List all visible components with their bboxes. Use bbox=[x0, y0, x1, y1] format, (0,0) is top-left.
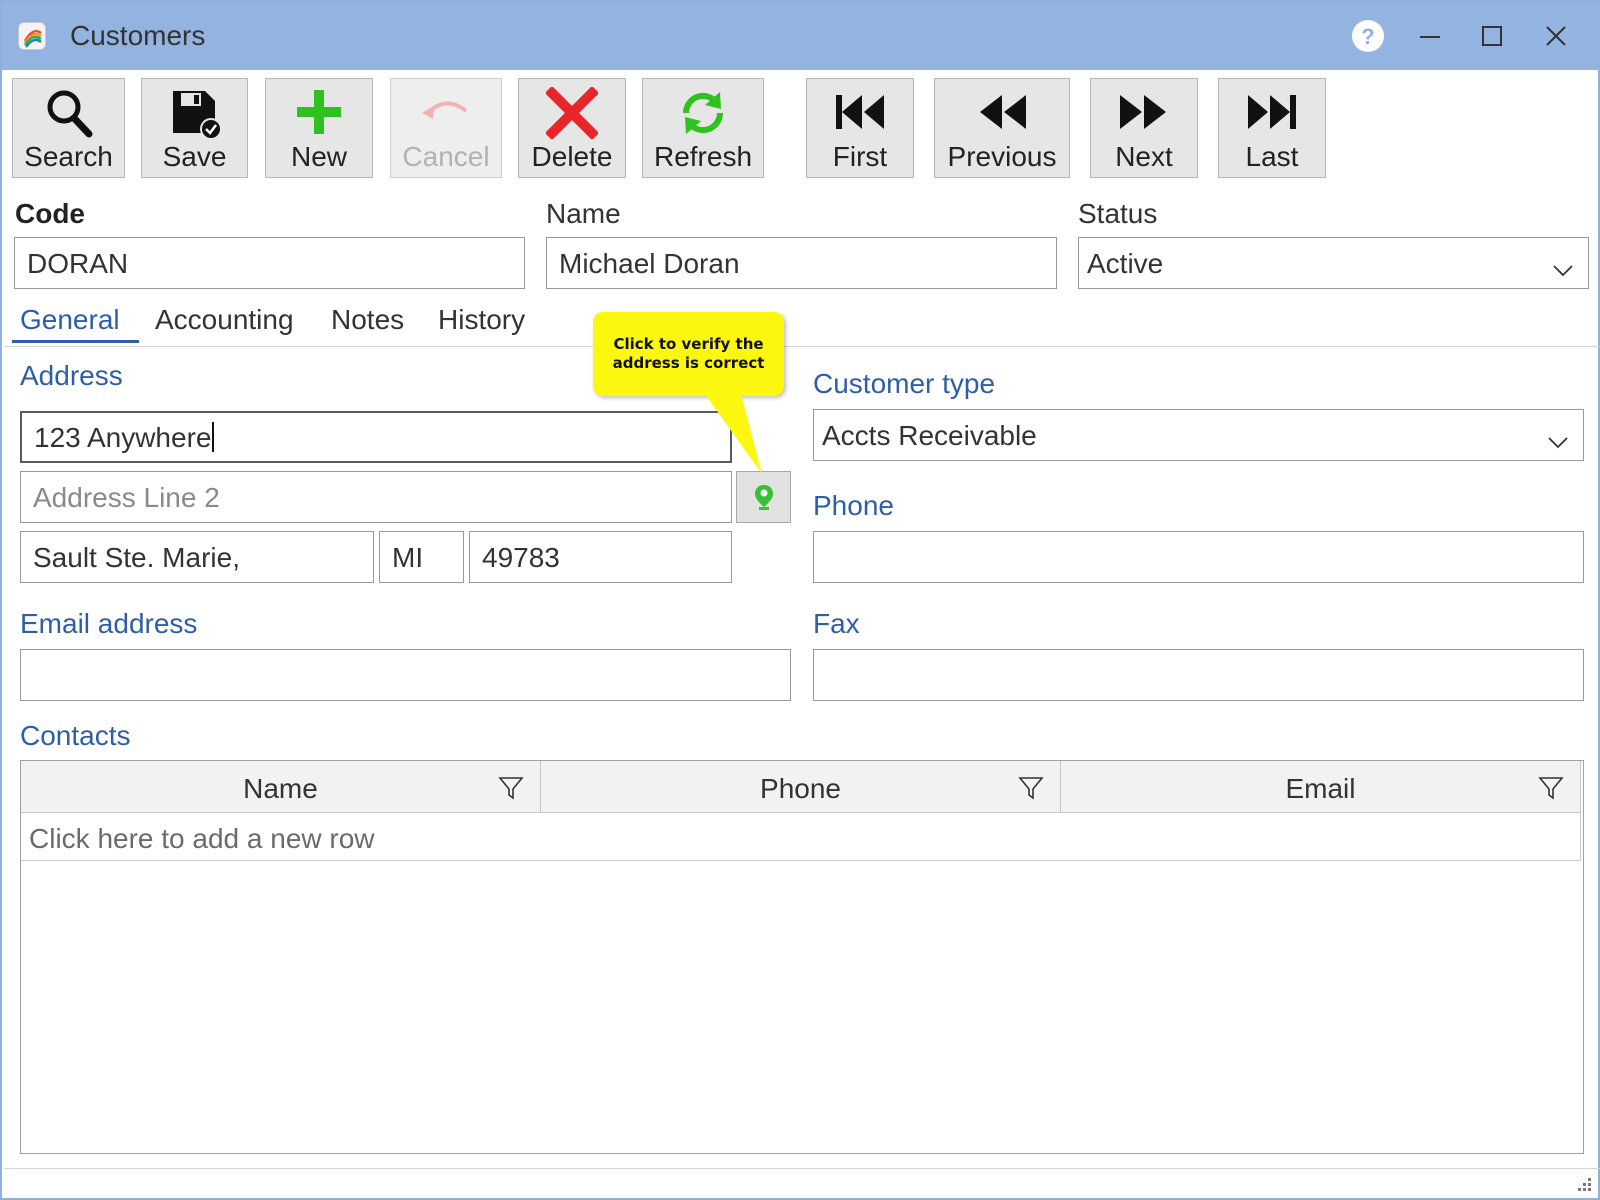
city-value: Sault Ste. Marie, bbox=[33, 542, 240, 573]
address-line2-field[interactable]: Address Line 2 bbox=[20, 471, 732, 523]
column-header-email[interactable]: Email bbox=[1061, 761, 1581, 813]
window-title: Customers bbox=[70, 20, 206, 51]
state-field[interactable]: MI bbox=[379, 531, 464, 583]
fast-forward-icon bbox=[1091, 87, 1197, 139]
tab-history[interactable]: History bbox=[438, 304, 525, 336]
first-button[interactable]: First bbox=[806, 78, 914, 178]
grid-header: Name Phone Email bbox=[21, 761, 1581, 813]
plus-icon bbox=[266, 87, 372, 139]
cancel-button[interactable]: Cancel bbox=[390, 78, 502, 178]
column-header-label: Phone bbox=[760, 773, 841, 804]
verify-address-tooltip: Click to verify the address is correct bbox=[593, 312, 784, 396]
phone-field[interactable] bbox=[813, 531, 1584, 583]
verify-address-button[interactable] bbox=[736, 471, 791, 523]
last-button-label: Last bbox=[1245, 141, 1299, 172]
status-label: Status bbox=[1078, 198, 1158, 229]
address-label: Address bbox=[20, 360, 123, 391]
code-field[interactable]: DORAN bbox=[14, 237, 525, 289]
new-row-placeholder[interactable]: Click here to add a new row bbox=[21, 813, 1581, 861]
search-button[interactable]: Search bbox=[12, 78, 125, 178]
customer-type-dropdown[interactable]: Accts Receivable bbox=[813, 409, 1584, 461]
contacts-grid[interactable]: Name Phone Email Click here to add a new… bbox=[20, 760, 1584, 1154]
previous-button-label: Previous bbox=[947, 141, 1057, 172]
fax-field[interactable] bbox=[813, 649, 1584, 701]
tab-panel-divider bbox=[4, 346, 1600, 347]
last-button[interactable]: Last bbox=[1218, 78, 1326, 178]
cancel-button-label: Cancel bbox=[402, 141, 490, 172]
active-tab-indicator bbox=[12, 340, 139, 343]
email-field[interactable] bbox=[20, 649, 791, 701]
name-field[interactable]: Michael Doran bbox=[546, 237, 1057, 289]
app-logo-icon bbox=[18, 22, 46, 50]
filter-icon[interactable] bbox=[1538, 775, 1564, 808]
status-value: Active bbox=[1087, 248, 1164, 279]
refresh-button-label: Refresh bbox=[653, 141, 753, 172]
column-header-phone[interactable]: Phone bbox=[541, 761, 1061, 813]
tooltip-pointer bbox=[702, 390, 762, 474]
status-dropdown[interactable]: Active bbox=[1078, 237, 1589, 289]
column-header-label: Name bbox=[243, 773, 318, 804]
title-bar[interactable]: Customers ? bbox=[2, 2, 1600, 70]
map-pin-icon bbox=[755, 485, 773, 510]
address-line1-value: 123 Anywhere bbox=[34, 422, 212, 453]
save-button-label: Save bbox=[162, 141, 227, 172]
customer-type-label: Customer type bbox=[813, 368, 996, 399]
status-bar-divider bbox=[4, 1168, 1600, 1169]
minimize-icon[interactable] bbox=[1410, 16, 1450, 56]
svg-text:?: ? bbox=[1361, 24, 1374, 49]
chevron-down-icon bbox=[1547, 426, 1569, 458]
search-button-label: Search bbox=[24, 141, 113, 172]
fax-label: Fax bbox=[813, 608, 860, 639]
undo-icon bbox=[391, 87, 501, 139]
email-label: Email address bbox=[20, 608, 198, 639]
delete-button[interactable]: Delete bbox=[518, 78, 626, 178]
rewind-icon bbox=[935, 87, 1069, 139]
text-caret bbox=[212, 422, 215, 452]
column-header-label: Email bbox=[1285, 773, 1356, 804]
delete-button-label: Delete bbox=[531, 141, 613, 172]
resize-grip-icon[interactable] bbox=[1574, 1176, 1594, 1196]
address-line2-placeholder: Address Line 2 bbox=[33, 482, 220, 513]
tooltip-line-2: address is correct bbox=[612, 354, 765, 372]
grid-divider bbox=[1580, 761, 1581, 861]
new-button-label: New bbox=[290, 141, 347, 172]
address-line1-field[interactable]: 123 Anywhere bbox=[20, 411, 732, 463]
filter-icon[interactable] bbox=[1018, 775, 1044, 808]
zip-field[interactable]: 49783 bbox=[469, 531, 732, 583]
next-button-label: Next bbox=[1115, 141, 1173, 172]
search-icon bbox=[13, 87, 124, 139]
contacts-label: Contacts bbox=[20, 720, 131, 751]
refresh-button[interactable]: Refresh bbox=[642, 78, 764, 178]
first-record-icon bbox=[807, 87, 913, 139]
tab-notes[interactable]: Notes bbox=[331, 304, 404, 336]
previous-button[interactable]: Previous bbox=[934, 78, 1070, 178]
code-value: DORAN bbox=[27, 248, 129, 279]
customers-window: Customers ? Search Save New Cancel Delet… bbox=[0, 0, 1600, 1200]
first-button-label: First bbox=[832, 141, 888, 172]
column-header-name[interactable]: Name bbox=[21, 761, 541, 813]
tab-accounting[interactable]: Accounting bbox=[155, 304, 294, 336]
last-record-icon bbox=[1219, 87, 1325, 139]
maximize-icon[interactable] bbox=[1472, 16, 1512, 56]
chevron-down-icon bbox=[1552, 254, 1574, 286]
new-button[interactable]: New bbox=[265, 78, 373, 178]
help-icon[interactable]: ? bbox=[1348, 16, 1388, 56]
close-icon[interactable] bbox=[1536, 16, 1576, 56]
city-field[interactable]: Sault Ste. Marie, bbox=[20, 531, 374, 583]
save-icon bbox=[142, 87, 247, 139]
name-value: Michael Doran bbox=[559, 248, 740, 279]
refresh-icon bbox=[643, 87, 763, 139]
tab-general[interactable]: General bbox=[20, 304, 120, 336]
state-value: MI bbox=[392, 542, 424, 573]
delete-x-icon bbox=[519, 87, 625, 139]
name-label: Name bbox=[546, 198, 621, 229]
filter-icon[interactable] bbox=[498, 775, 524, 808]
phone-label: Phone bbox=[813, 490, 894, 521]
customer-type-value: Accts Receivable bbox=[822, 420, 1037, 451]
tooltip-line-1: Click to verify the bbox=[613, 335, 764, 353]
save-button[interactable]: Save bbox=[141, 78, 248, 178]
zip-value: 49783 bbox=[482, 542, 560, 573]
code-label: Code bbox=[15, 198, 85, 229]
next-button[interactable]: Next bbox=[1090, 78, 1198, 178]
